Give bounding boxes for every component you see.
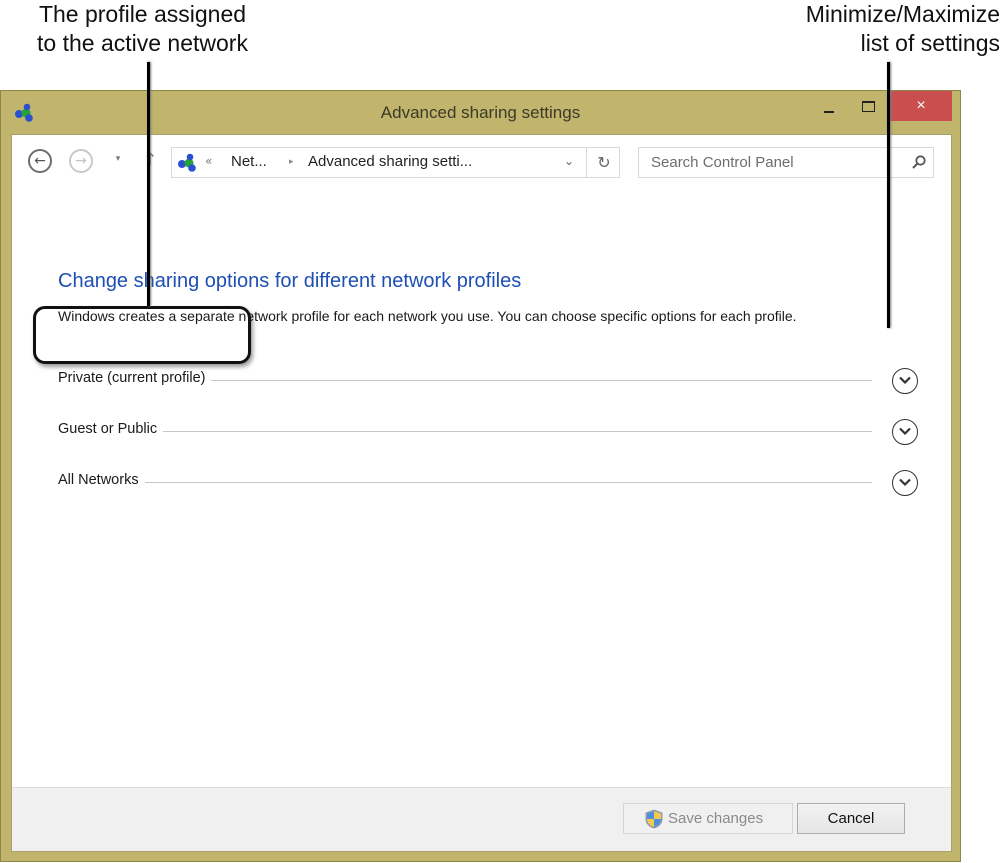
forward-button[interactable]: → (69, 149, 93, 173)
uac-shield-icon (645, 809, 663, 829)
page-heading: Change sharing options for different net… (58, 270, 522, 292)
title-bar[interactable]: Advanced sharing settings × (1, 91, 960, 135)
client-area: ← → ▾ ↑ « Net... ▸ Advanced sharing sett… (11, 134, 952, 852)
callout-line-2: to the active network (37, 30, 248, 56)
callout-line-1: The profile assigned (38, 1, 247, 27)
button-bar: Save changes Cancel (12, 787, 951, 851)
chevron-down-icon (899, 427, 911, 436)
maximize-button[interactable] (856, 97, 882, 119)
expand-all-networks-button[interactable] (892, 470, 918, 496)
search-placeholder: Search Control Panel (651, 154, 794, 171)
advanced-sharing-window: Advanced sharing settings × ← → ▾ ↑ « Ne… (0, 90, 961, 862)
chevron-down-icon (899, 376, 911, 385)
cancel-button[interactable]: Cancel (797, 803, 905, 834)
expand-guest-button[interactable] (892, 419, 918, 445)
address-bar[interactable]: « Net... ▸ Advanced sharing setti... ⌄ ↻ (171, 147, 620, 178)
network-sharing-icon (178, 153, 196, 172)
callout-line-2: list of settings (860, 30, 1000, 56)
navigation-bar: ← → ▾ ↑ « Net... ▸ Advanced sharing sett… (12, 135, 951, 179)
breadcrumb-network[interactable]: Net... (231, 153, 267, 170)
recent-locations-button[interactable]: ▾ (112, 153, 124, 165)
breadcrumb-separator-icon[interactable]: ▸ (289, 157, 294, 167)
back-button[interactable]: ← (28, 149, 52, 173)
up-button[interactable]: ↑ (143, 149, 157, 171)
breadcrumb-advanced-sharing[interactable]: Advanced sharing setti... (308, 153, 472, 170)
callout-leader-line-left (147, 62, 150, 306)
current-profile-highlight (33, 306, 251, 364)
breadcrumb-overflow-button[interactable]: « (205, 154, 212, 168)
section-divider (58, 431, 872, 432)
profile-label[interactable]: Guest or Public (58, 421, 164, 437)
minimize-button[interactable] (816, 97, 842, 119)
close-button[interactable]: × (890, 91, 952, 121)
profile-section-guest[interactable]: Guest or Public (58, 419, 918, 445)
expand-private-button[interactable] (892, 368, 918, 394)
profile-label[interactable]: Private (current profile) (58, 370, 212, 386)
address-dropdown-button[interactable]: ⌄ (564, 154, 574, 168)
search-icon[interactable] (911, 154, 927, 170)
save-changes-label: Save changes (668, 810, 764, 827)
section-divider (58, 482, 872, 483)
profile-section-private[interactable]: Private (current profile) (58, 368, 918, 394)
save-changes-button[interactable]: Save changes (623, 803, 793, 834)
profile-section-all-networks[interactable]: All Networks (58, 470, 918, 496)
callout-active-profile: The profile assigned to the active netwo… (10, 0, 275, 58)
refresh-button[interactable]: ↻ (586, 148, 621, 177)
callout-leader-line-right (887, 62, 890, 328)
profile-label[interactable]: All Networks (58, 472, 145, 488)
callout-line-1: Minimize/Maximize (805, 1, 1000, 27)
chevron-down-icon (899, 478, 911, 487)
callout-expand: Minimize/Maximize list of settings (760, 0, 1000, 58)
